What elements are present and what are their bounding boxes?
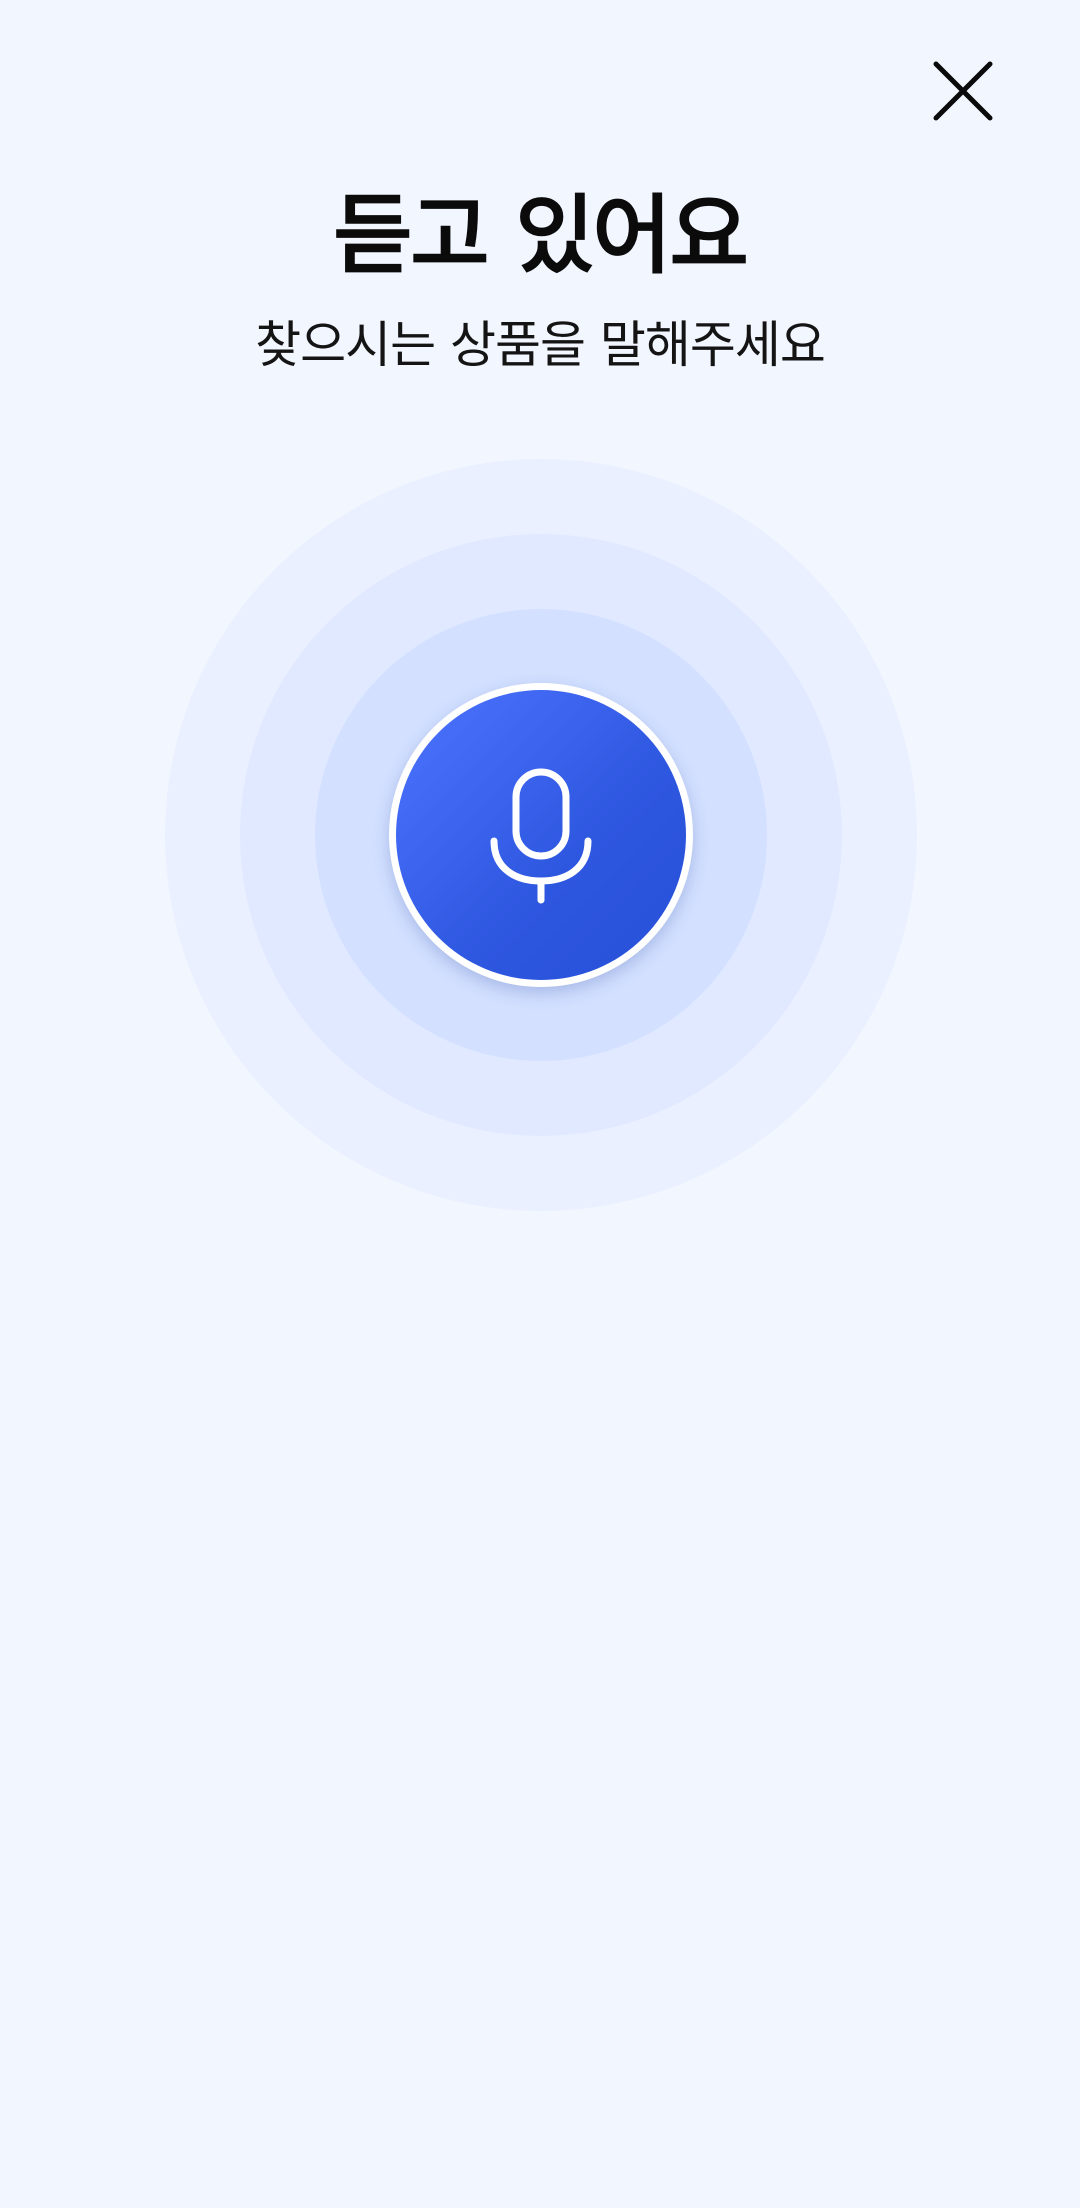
close-button[interactable] [918, 52, 1006, 140]
close-icon [933, 61, 993, 121]
page-subtitle: 찾으시는 상품을 말해주세요 [255, 316, 826, 374]
microphone-button-core [396, 690, 686, 980]
microphone-icon [486, 766, 596, 906]
page-title: 듣고 있어요 [333, 186, 749, 286]
microphone-button[interactable] [389, 683, 693, 987]
